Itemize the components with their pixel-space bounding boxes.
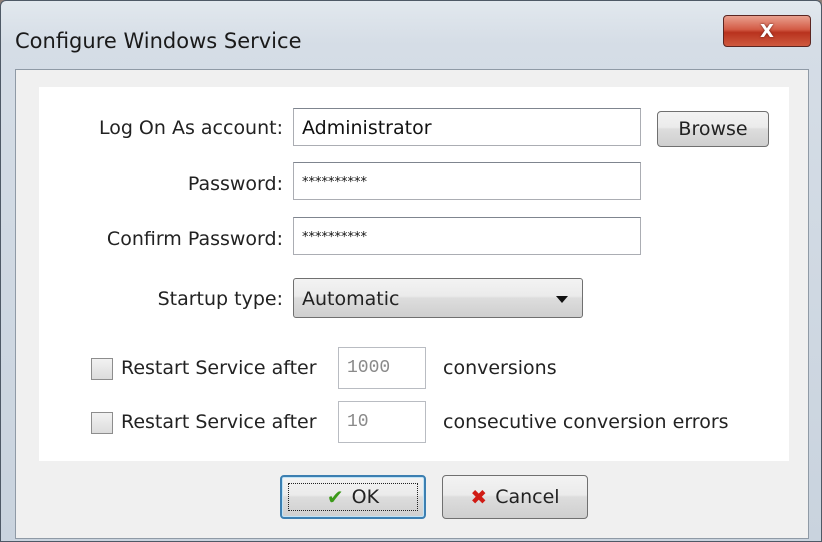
- chevron-down-icon: [556, 296, 568, 303]
- cancel-button[interactable]: ✖ Cancel: [442, 475, 588, 519]
- restart-conversions-label: Restart Service after: [121, 357, 317, 379]
- password-label: Password:: [187, 173, 283, 195]
- restart-errors-input[interactable]: 10: [338, 401, 426, 443]
- confirm-password-label: Confirm Password:: [106, 228, 283, 250]
- restart-conversions-input[interactable]: 1000: [338, 347, 426, 389]
- restart-conversions-checkbox[interactable]: [91, 358, 113, 380]
- restart-errors-suffix: consecutive conversion errors: [443, 411, 729, 433]
- logon-label: Log On As account:: [98, 117, 283, 139]
- startup-type-label: Startup type:: [157, 288, 283, 310]
- x-icon: ✖: [470, 485, 488, 509]
- browse-button-label: Browse: [678, 118, 748, 140]
- browse-button[interactable]: Browse: [657, 111, 769, 147]
- close-icon: X: [760, 20, 774, 42]
- cancel-button-label: Cancel: [495, 486, 560, 508]
- ok-button[interactable]: ✔ OK: [280, 475, 426, 519]
- startup-type-select[interactable]: Automatic: [293, 278, 583, 318]
- restart-errors-checkbox[interactable]: [91, 412, 113, 434]
- restart-conversions-suffix: conversions: [443, 357, 557, 379]
- password-input[interactable]: **********: [293, 162, 641, 200]
- focus-rectangle: [288, 483, 418, 511]
- logon-account-input[interactable]: Administrator: [293, 108, 641, 146]
- configure-service-dialog: Configure Windows Service X Log On As ac…: [0, 0, 822, 542]
- restart-errors-label: Restart Service after: [121, 411, 317, 433]
- close-button[interactable]: X: [723, 15, 811, 47]
- confirm-password-input[interactable]: **********: [293, 217, 641, 255]
- startup-type-value: Automatic: [302, 288, 400, 310]
- window-title: Configure Windows Service: [15, 29, 302, 53]
